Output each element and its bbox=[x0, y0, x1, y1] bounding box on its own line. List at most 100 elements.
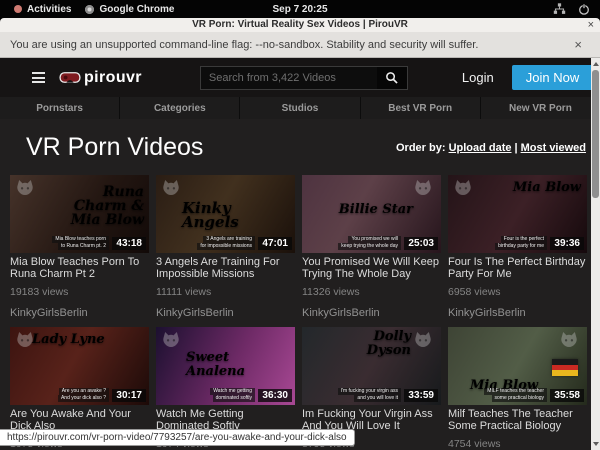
network-icon[interactable] bbox=[553, 3, 566, 15]
scrollbar-thumb[interactable] bbox=[592, 70, 599, 198]
video-thumbnail[interactable]: Dolly Dyson I'm fucking your virgin ass … bbox=[302, 327, 441, 405]
power-icon[interactable] bbox=[578, 3, 590, 15]
order-link-most-viewed[interactable]: Most viewed bbox=[521, 142, 586, 154]
video-studio[interactable]: KinkyGirlsBerlin bbox=[10, 307, 149, 319]
search-input[interactable] bbox=[200, 66, 377, 90]
screen: Activities Google Chrome Sep 7 20:25 VR … bbox=[0, 0, 600, 450]
studio-cat-logo-icon bbox=[413, 179, 433, 196]
video-duration: 33:59 bbox=[404, 389, 438, 402]
tab-title[interactable]: VR Porn: Virtual Reality Sex Videos | Pi… bbox=[0, 18, 600, 32]
video-card[interactable]: Kinky Angels 3 Angels are training for i… bbox=[156, 175, 295, 319]
video-views: 6958 views bbox=[448, 286, 587, 298]
video-title[interactable]: You Promised We Will Keep Trying The Who… bbox=[302, 256, 441, 280]
video-title[interactable]: Four Is The Perfect Birthday Party For M… bbox=[448, 256, 587, 280]
join-now-button[interactable]: Join Now bbox=[512, 65, 593, 90]
video-card[interactable]: Mia Blow Four is the perfect birthday pa… bbox=[448, 175, 587, 319]
focused-app-label: Google Chrome bbox=[99, 4, 174, 15]
studio-cat-logo-icon bbox=[559, 331, 579, 348]
status-url-tooltip: https://pirouvr.com/vr-porn-video/779325… bbox=[0, 429, 355, 446]
studio-cat-logo-icon bbox=[15, 179, 35, 196]
activities-button[interactable]: Activities bbox=[14, 4, 71, 15]
thumbnail-overlay-name: Sweet Analena bbox=[186, 351, 272, 379]
video-duration: 39:36 bbox=[550, 237, 584, 250]
vertical-scrollbar[interactable] bbox=[591, 58, 600, 450]
search-icon bbox=[385, 71, 398, 84]
nav-item-categories[interactable]: Categories bbox=[119, 97, 239, 119]
video-duration: 43:18 bbox=[112, 237, 146, 250]
login-link[interactable]: Login bbox=[462, 70, 494, 85]
video-title[interactable]: Milf Teaches The Teacher Some Practical … bbox=[448, 408, 587, 432]
thumbnail-overlay-name: Mia Blow bbox=[513, 181, 581, 195]
tab-close-icon[interactable]: × bbox=[588, 18, 594, 32]
nav-item-new-vr-porn[interactable]: New VR Porn bbox=[480, 97, 600, 119]
nav-item-pornstars[interactable]: Pornstars bbox=[0, 97, 119, 119]
video-grid: Runa Charm & Mia Blow Mia Blow teaches p… bbox=[0, 162, 600, 450]
main-nav: PornstarsCategoriesStudiosBest VR PornNe… bbox=[0, 97, 600, 119]
video-studio[interactable]: KinkyGirlsBerlin bbox=[448, 307, 587, 319]
video-duration: 30:17 bbox=[112, 389, 146, 402]
video-views: 11111 views bbox=[156, 286, 295, 298]
search-button[interactable] bbox=[377, 66, 408, 90]
thumbnail-caption: MILF teaches the teacher some practical … bbox=[452, 388, 547, 402]
activities-dot-icon bbox=[14, 5, 22, 13]
thumbnail-caption-line1: Watch me getting bbox=[210, 388, 255, 395]
page-viewport: pirouvr Login Join Now PornstarsCategori… bbox=[0, 58, 600, 450]
search-bar bbox=[200, 66, 408, 90]
video-thumbnail[interactable]: Kinky Angels 3 Angels are training for i… bbox=[156, 175, 295, 253]
video-title[interactable]: 3 Angels Are Training For Impossible Mis… bbox=[156, 256, 295, 280]
order-by-label: Order by: bbox=[396, 142, 446, 154]
video-duration: 47:01 bbox=[258, 237, 292, 250]
order-link-upload-date[interactable]: Upload date bbox=[449, 142, 512, 154]
thumbnail-overlay-name: Kinky Angels bbox=[182, 201, 268, 229]
order-separator: | bbox=[515, 142, 518, 154]
nav-item-best-vr-porn[interactable]: Best VR Porn bbox=[360, 97, 480, 119]
video-thumbnail[interactable]: Sweet Analena Watch me getting dominated… bbox=[156, 327, 295, 405]
thumbnail-overlay-name: Runa Charm & Mia Blow bbox=[58, 185, 144, 227]
video-thumbnail[interactable]: Mia Blow MILF teaches the teacher some p… bbox=[448, 327, 587, 405]
sandbox-warning-infobar: You are using an unsupported command-lin… bbox=[0, 32, 600, 58]
thumbnail-caption-line1: MILF teaches the teacher bbox=[484, 388, 547, 395]
infobar-message: You are using an unsupported command-lin… bbox=[10, 39, 574, 51]
activities-label: Activities bbox=[27, 4, 71, 15]
thumbnail-caption-line1: Mia Blow teaches porn bbox=[52, 236, 109, 243]
nav-item-studios[interactable]: Studios bbox=[239, 97, 359, 119]
video-card[interactable]: Billie Star You promised we will keep tr… bbox=[302, 175, 441, 319]
page-title: VR Porn Videos bbox=[26, 133, 203, 162]
video-title[interactable]: Mia Blow Teaches Porn To Runa Charm Pt 2 bbox=[10, 256, 149, 280]
page-head: VR Porn Videos Order by: Upload date|Mos… bbox=[26, 133, 586, 162]
video-thumbnail[interactable]: Lady Lyne Are you an awake ? And your di… bbox=[10, 327, 149, 405]
scrollbar-down-arrow-icon[interactable] bbox=[593, 442, 599, 446]
video-studio[interactable]: KinkyGirlsBerlin bbox=[156, 307, 295, 319]
video-duration: 35:58 bbox=[550, 389, 584, 402]
thumbnail-caption: I'm fucking your virgin ass and you will… bbox=[306, 388, 401, 402]
thumbnail-caption: Are you an awake ? And your dick also ? bbox=[14, 388, 109, 402]
menu-hamburger-icon[interactable] bbox=[32, 72, 45, 83]
studio-cat-logo-icon bbox=[161, 179, 181, 196]
thumbnail-caption-line2: dominated softly bbox=[213, 395, 255, 402]
video-thumbnail[interactable]: Billie Star You promised we will keep tr… bbox=[302, 175, 441, 253]
video-studio[interactable]: KinkyGirlsBerlin bbox=[302, 307, 441, 319]
system-top-bar: Activities Google Chrome Sep 7 20:25 bbox=[0, 0, 600, 18]
video-thumbnail[interactable]: Runa Charm & Mia Blow Mia Blow teaches p… bbox=[10, 175, 149, 253]
thumbnail-caption: Four is the perfect birthday party for m… bbox=[452, 236, 547, 250]
infobar-close-icon[interactable]: × bbox=[574, 37, 582, 52]
focused-app-menu[interactable]: Google Chrome bbox=[85, 4, 174, 15]
video-thumbnail[interactable]: Mia Blow Four is the perfect birthday pa… bbox=[448, 175, 587, 253]
scrollbar-up-arrow-icon[interactable] bbox=[593, 62, 599, 66]
thumbnail-caption-line1: 3 Angels are training bbox=[203, 236, 255, 243]
thumbnail-caption-line1: You promised we will bbox=[348, 236, 401, 243]
studio-cat-logo-icon bbox=[453, 179, 473, 196]
thumbnail-overlay-name: Dolly Dyson bbox=[325, 330, 411, 358]
thumbnail-caption-line2: some practical biology bbox=[492, 395, 547, 402]
thumbnail-caption-line2: to Runa Charm pt. 2 bbox=[58, 243, 109, 250]
video-card[interactable]: Mia Blow MILF teaches the teacher some p… bbox=[448, 327, 587, 450]
studio-cat-logo-icon bbox=[161, 331, 181, 348]
site-logo[interactable]: pirouvr bbox=[59, 69, 142, 87]
thumbnail-caption-line2: And your dick also ? bbox=[58, 395, 109, 402]
thumbnail-caption-line2: and you will love it bbox=[354, 395, 401, 402]
browser-tab-strip: VR Porn: Virtual Reality Sex Videos | Pi… bbox=[0, 18, 600, 32]
video-card[interactable]: Runa Charm & Mia Blow Mia Blow teaches p… bbox=[10, 175, 149, 319]
site-header: pirouvr Login Join Now bbox=[0, 58, 600, 97]
video-views: 4754 views bbox=[448, 438, 587, 450]
thumbnail-caption-line2: birthday party for me bbox=[495, 243, 547, 250]
